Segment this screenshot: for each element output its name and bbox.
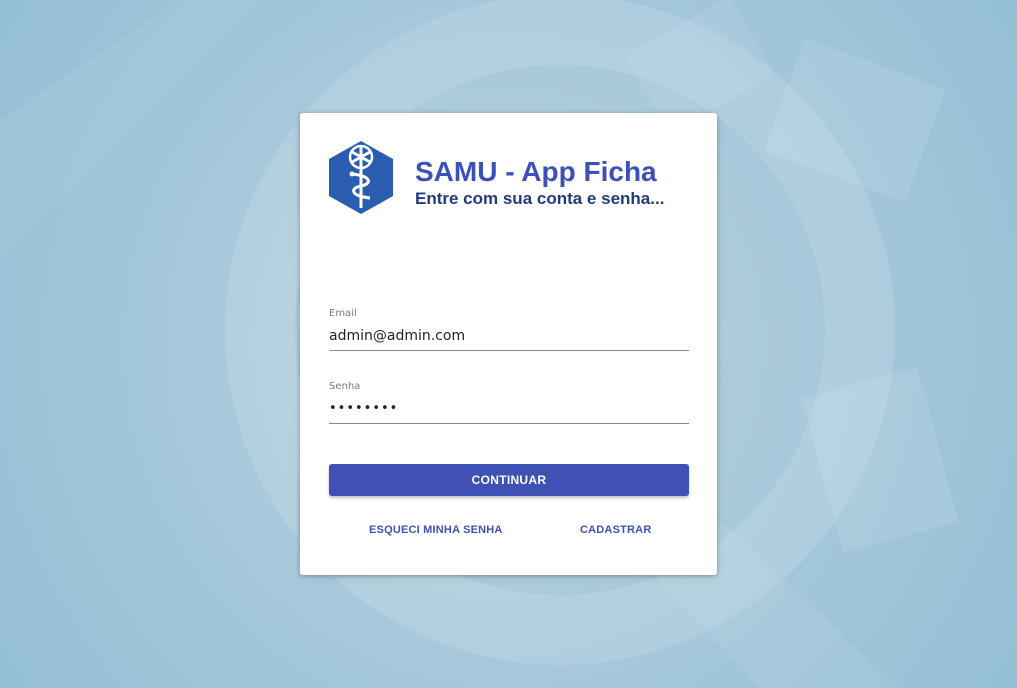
email-label: Email — [329, 308, 357, 319]
samu-star-of-life-icon — [329, 141, 393, 214]
password-label: Senha — [329, 381, 361, 392]
forgot-password-button[interactable]: ESQUECI MINHA SENHA — [363, 520, 509, 540]
login-card: SAMU - App Ficha Entre com sua conta e s… — [300, 113, 717, 575]
password-input[interactable] — [329, 396, 689, 424]
register-button[interactable]: CADASTRAR — [574, 520, 657, 540]
page-subtitle: Entre com sua conta e senha... — [415, 189, 665, 208]
email-input[interactable] — [329, 323, 689, 351]
password-field-group: Senha — [329, 381, 689, 424]
page-title: SAMU - App Ficha — [415, 156, 657, 187]
continue-button[interactable]: CONTINUAR — [329, 464, 689, 496]
email-field-group: Email — [329, 308, 689, 351]
